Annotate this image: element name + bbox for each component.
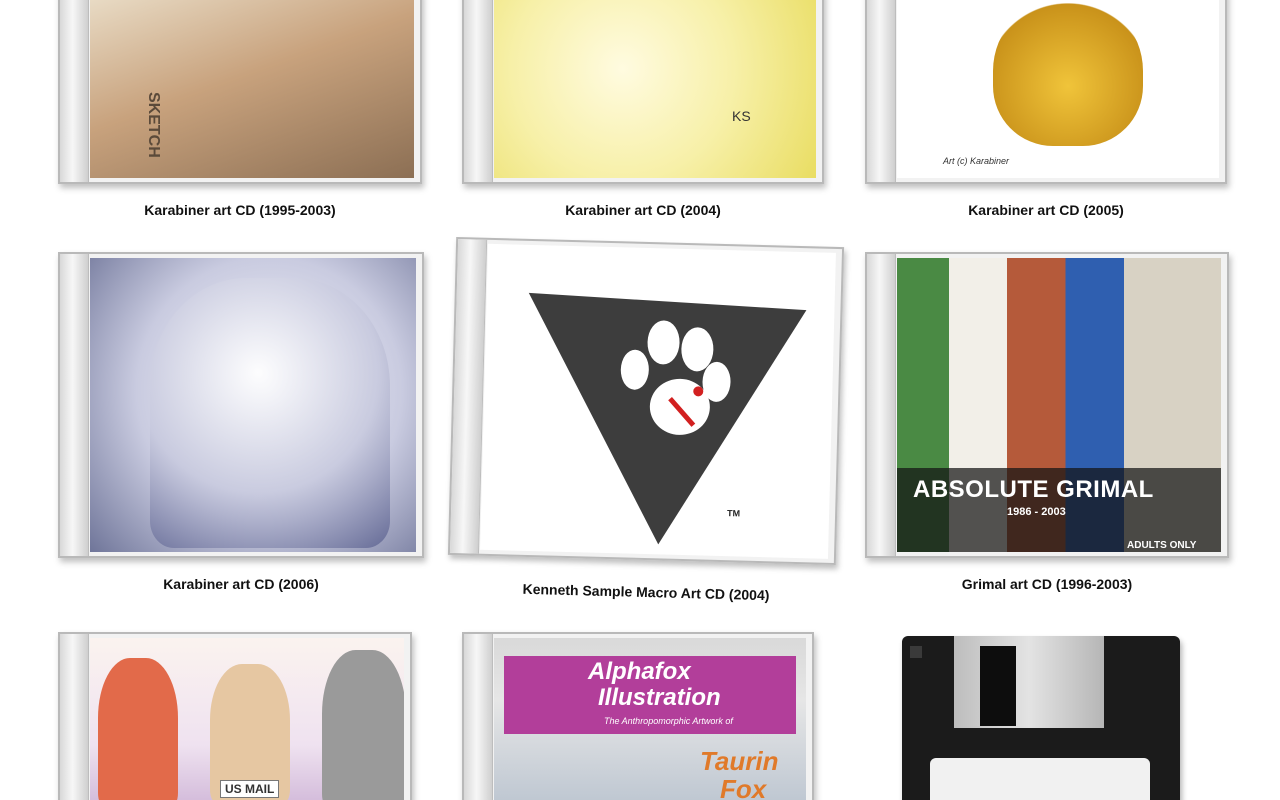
cd-case-usmail[interactable]: US MAIL: [58, 632, 412, 800]
cd-case-alphafox[interactable]: Alphafox Illustration The Anthropomorphi…: [462, 632, 814, 800]
cd-case-kenneth-sample[interactable]: TM: [447, 236, 845, 566]
cd-caption: Karabiner art CD (2006): [163, 576, 319, 592]
cd-case-karabiner-2006[interactable]: [58, 252, 424, 558]
cover-title: ABSOLUTE GRIMAL: [913, 476, 1154, 503]
cd-cover-art: ABSOLUTE GRIMAL 1986 - 2003 ADULTS ONLY: [897, 258, 1221, 552]
cd-case-karabiner-2004[interactable]: KS: [462, 0, 824, 184]
cd-case-grimal[interactable]: ABSOLUTE GRIMAL 1986 - 2003 ADULTS ONLY: [865, 252, 1229, 558]
cd-cover-art: Alphafox Illustration The Anthropomorphi…: [494, 638, 806, 800]
cd-caption: Karabiner art CD (2004): [565, 202, 721, 218]
cd-case-karabiner-1995-2003[interactable]: SKETCH: [58, 0, 422, 184]
cd-caption: Karabiner art CD (1995-2003): [144, 202, 336, 218]
cover-figure: [993, 0, 1143, 146]
cover-years: 1986 - 2003: [1007, 506, 1066, 518]
cd-cover-art: SKETCH: [90, 0, 414, 178]
floppy-shutter-window: [980, 646, 1016, 726]
cover-subtitle: The Anthropomorphic Artwork of: [604, 716, 733, 726]
cover-signature: KS: [732, 108, 751, 124]
cd-spine: [867, 254, 896, 556]
cd-spine: [867, 0, 896, 182]
cd-spine: [464, 0, 493, 182]
cd-gallery: SKETCH Karabiner art CD (1995-2003) KS K…: [0, 0, 1280, 800]
cover-signature: Art (c) Karabiner: [943, 156, 1010, 166]
floppy-write-protect: [910, 646, 922, 658]
cd-cover-art: [90, 258, 416, 552]
cd-cover-art: KS: [494, 0, 816, 178]
floppy-disk[interactable]: [902, 636, 1180, 800]
cover-name-line-2: Fox: [720, 774, 767, 800]
cd-cover-art: TM: [480, 243, 836, 559]
cover-figure-left: [98, 658, 178, 800]
cover-name-line-1: Taurin: [700, 746, 779, 776]
cover-adults-only: ADULTS ONLY: [1127, 540, 1197, 551]
cover-title-line-1: Alphafox: [588, 658, 691, 685]
triangle-paw-logo: [528, 292, 807, 545]
floppy-shutter: [954, 636, 1104, 728]
cover-figure: [150, 278, 390, 548]
cd-spine: [60, 634, 89, 800]
trademark-mark: TM: [726, 508, 741, 519]
cd-case-karabiner-2005[interactable]: Art (c) Karabiner: [865, 0, 1227, 184]
cd-spine: [60, 254, 89, 556]
cd-cover-art: US MAIL: [90, 638, 404, 800]
cd-spine: [464, 634, 493, 800]
cover-spine-text: SKETCH: [145, 92, 162, 158]
cd-caption: Grimal art CD (1996-2003): [961, 576, 1133, 592]
cd-caption: Karabiner art CD (2005): [968, 202, 1124, 218]
cd-cover-art: Art (c) Karabiner: [897, 0, 1219, 178]
floppy-label: [930, 758, 1150, 800]
cover-mail-sign: US MAIL: [220, 780, 280, 798]
cd-spine: [60, 0, 89, 182]
cd-caption: Kenneth Sample Macro Art CD (2004): [522, 580, 770, 604]
cover-figure-right: [322, 650, 404, 800]
cover-title-line-2: Illustration: [598, 684, 721, 711]
